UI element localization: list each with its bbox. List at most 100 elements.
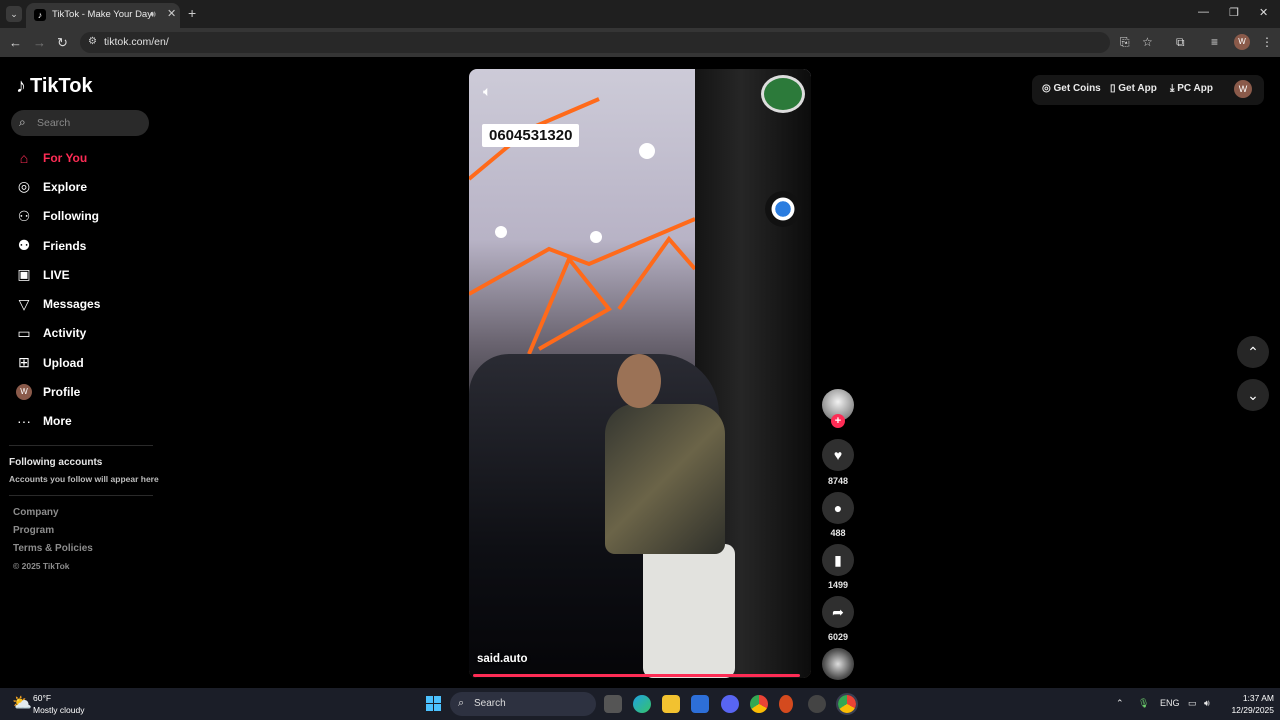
previous-video-button[interactable]: ⌃ <box>1237 336 1269 368</box>
weather-desc[interactable]: Mostly cloudy <box>33 705 85 715</box>
sidebar-item-label: LIVE <box>43 267 70 282</box>
share-icon: ➦ <box>832 604 844 620</box>
comment-count: 488 <box>830 528 846 538</box>
discord-icon[interactable] <box>721 695 739 713</box>
sidebar-item-upload[interactable]: ⊞ Upload <box>0 348 160 377</box>
url-text[interactable]: tiktok.com/en/ <box>104 36 169 48</box>
tiktok-favicon-icon: ♪ <box>34 9 46 21</box>
store-icon[interactable] <box>691 695 709 713</box>
get-coins-label: Get Coins <box>1053 83 1101 94</box>
home-icon: ⌂ <box>19 149 29 166</box>
app-icon[interactable] <box>808 695 826 713</box>
file-explorer-icon[interactable] <box>662 695 680 713</box>
following-accounts-hint: Accounts you follow will appear here <box>9 474 159 484</box>
browser-profile-avatar[interactable]: W <box>1234 34 1250 50</box>
forward-icon[interactable]: → <box>33 35 46 50</box>
network-icon[interactable]: ▭ <box>1188 698 1197 709</box>
sidebar-item-messages[interactable]: ▽ Messages <box>0 289 160 318</box>
edge-icon[interactable] <box>633 695 651 713</box>
next-video-button[interactable]: ⌄ <box>1237 379 1269 411</box>
site-info-icon[interactable]: ⚙ <box>88 36 97 47</box>
install-app-icon[interactable]: ⎘ <box>1120 35 1130 50</box>
bookmark-star-icon[interactable]: ☆ <box>1142 35 1153 49</box>
video-player[interactable]: 🔈︎ 0604531320 said.auto <box>469 69 811 678</box>
new-tab-icon[interactable]: + <box>188 5 196 21</box>
tray-overflow-icon[interactable]: ⌃ <box>1116 698 1124 709</box>
browser-tab[interactable]: ♪ TikTok - Make Your Day 🔊︎ ✕ <box>26 3 180 28</box>
microphone-icon[interactable]: 🎙︎ <box>1138 698 1149 709</box>
pc-app-button[interactable]: ⤓ PC App <box>1170 83 1213 94</box>
video-caption-text: 0604531320 <box>482 124 580 147</box>
reload-icon[interactable]: ↻ <box>57 35 68 51</box>
recorder-icon[interactable] <box>779 695 793 713</box>
activity-icon: ▭ <box>17 324 31 341</box>
tab-title: TikTok - Make Your Day <box>52 9 152 20</box>
close-window-icon[interactable]: ✕ <box>1259 6 1268 19</box>
heart-icon: ♥ <box>833 447 843 463</box>
windows-start-icon[interactable] <box>426 696 441 711</box>
get-coins-button[interactable]: ◎ Get Coins <box>1042 83 1101 94</box>
upload-icon: ⊞ <box>18 354 30 371</box>
browser-tab-strip: ⌄ ♪ TikTok - Make Your Day 🔊︎ ✕ + — ❐ ✕ <box>0 0 1280 28</box>
footer-link-company[interactable]: Company <box>13 507 59 518</box>
tab-search-icon[interactable]: ⌄ <box>6 6 22 22</box>
sidebar-item-explore[interactable]: ◎ Explore <box>0 172 160 201</box>
brand-sign-icon <box>765 191 801 227</box>
address-bar-row: ← → ↻ ⚙ tiktok.com/en/ ⎘ ☆ ⧉ ≡ W ⋮ <box>0 28 1280 57</box>
clock-date[interactable]: 12/29/2025 <box>1222 705 1274 715</box>
share-button[interactable]: ➦ <box>822 596 854 628</box>
extensions-icon[interactable]: ⧉ <box>1176 35 1185 50</box>
save-count: 1499 <box>827 580 849 590</box>
sidebar-item-label: Upload <box>43 355 84 370</box>
back-icon[interactable]: ← <box>9 35 22 50</box>
omnibox[interactable]: ⚙ tiktok.com/en/ <box>80 32 1110 53</box>
media-controls-icon[interactable]: ≡ <box>1211 35 1218 49</box>
sidebar-item-label: For You <box>43 150 88 165</box>
chevron-down-icon: ⌄ <box>1247 387 1259 403</box>
sidebar-item-following[interactable]: ⚇ Following <box>0 202 160 231</box>
volume-icon[interactable]: 🔈︎ <box>483 83 491 100</box>
clock-time[interactable]: 1:37 AM <box>1224 693 1274 703</box>
task-view-icon[interactable] <box>604 695 622 713</box>
tiktok-logo[interactable]: ♪ TikTok <box>16 75 93 98</box>
tab-audio-icon[interactable]: 🔊︎ <box>150 9 156 20</box>
sidebar-item-activity[interactable]: ▭ Activity <box>0 319 160 348</box>
divider <box>9 495 153 496</box>
sidebar-item-profile[interactable]: W Profile <box>0 377 160 406</box>
sidebar-item-for-you[interactable]: ⌂ For You <box>0 143 160 172</box>
tab-close-icon[interactable]: ✕ <box>167 7 176 20</box>
restore-icon[interactable]: ❐ <box>1229 6 1239 19</box>
get-app-button[interactable]: ▯ Get App <box>1110 83 1157 94</box>
chevron-up-icon: ⌃ <box>1247 344 1259 360</box>
footer-link-terms[interactable]: Terms & Policies <box>13 543 93 554</box>
avatar: W <box>16 384 32 401</box>
volume-tray-icon[interactable]: 🔊︎ <box>1204 698 1210 709</box>
footer-link-program[interactable]: Program <box>13 525 54 536</box>
weather-temp[interactable]: 60°F <box>33 693 51 703</box>
video-author-username[interactable]: said.auto <box>477 653 527 665</box>
tiktok-note-icon: ♪ <box>16 75 26 97</box>
sidebar-item-label: More <box>43 414 72 429</box>
browser-menu-icon[interactable]: ⋮ <box>1261 35 1273 49</box>
comment-button[interactable]: ● <box>822 492 854 524</box>
like-button[interactable]: ♥ <box>822 439 854 471</box>
avatar[interactable]: W <box>1234 80 1252 98</box>
sidebar-item-more[interactable]: ··· More <box>0 407 160 436</box>
following-accounts-title: Following accounts <box>9 457 103 468</box>
taskbar-search[interactable]: ⌕ Search <box>450 692 596 716</box>
sidebar-item-label: Messages <box>43 297 101 312</box>
search-icon: ⌕ <box>458 697 465 709</box>
music-disc-icon[interactable] <box>822 648 854 680</box>
chrome-profile-icon[interactable] <box>836 693 858 715</box>
weather-icon[interactable]: ⛅ <box>12 693 32 713</box>
search-input[interactable]: ⌕ Search <box>11 110 149 136</box>
follow-plus-icon[interactable]: + <box>831 414 845 428</box>
video-progress-bar[interactable] <box>473 674 801 677</box>
sidebar-item-label: Explore <box>43 179 88 194</box>
save-button[interactable]: ▮ <box>822 544 854 576</box>
sidebar-item-friends[interactable]: ⚉ Friends <box>0 231 160 260</box>
minimize-icon[interactable]: — <box>1198 6 1209 18</box>
sidebar-item-live[interactable]: ▣ LIVE <box>0 260 160 289</box>
language-indicator[interactable]: ENG <box>1160 698 1180 708</box>
chrome-icon[interactable] <box>750 695 768 713</box>
